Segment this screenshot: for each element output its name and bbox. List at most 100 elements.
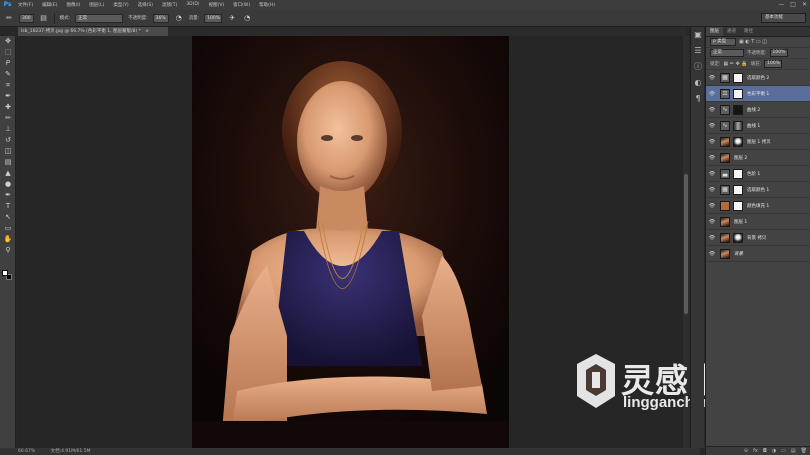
- history-icon[interactable]: ▣: [692, 29, 704, 41]
- layer-row[interactable]: 👁 ∿ 曲线 1: [706, 118, 810, 134]
- layer-mask-thumbnail[interactable]: [733, 168, 743, 179]
- menu-item[interactable]: 类型(Y): [113, 2, 128, 8]
- pen-icon[interactable]: ✒: [1, 190, 15, 201]
- adjustment-layer-icon[interactable]: ▃: [720, 168, 730, 179]
- new-group-icon[interactable]: ▭: [781, 447, 786, 455]
- visibility-eye-icon[interactable]: 👁: [706, 123, 718, 129]
- hand-icon[interactable]: ✋: [1, 234, 15, 245]
- layer-row[interactable]: 👁 ∿ 曲线 2: [706, 102, 810, 118]
- menu-item[interactable]: 图层(L): [89, 2, 104, 8]
- menu-item[interactable]: 文件(F): [18, 2, 33, 8]
- quick-select-icon[interactable]: ✎: [1, 69, 15, 80]
- scrollbar-thumb[interactable]: [684, 174, 688, 314]
- flow-input[interactable]: 100%: [204, 13, 223, 23]
- blur-icon[interactable]: ▲: [1, 168, 15, 179]
- visibility-eye-icon[interactable]: 👁: [706, 107, 718, 113]
- adjustment-layer-icon[interactable]: ⚖: [720, 88, 730, 99]
- layer-row[interactable]: 👁 背景 拷贝: [706, 230, 810, 246]
- fx-icon[interactable]: fx: [753, 447, 758, 455]
- healing-icon[interactable]: ✚: [1, 102, 15, 113]
- workspace-switcher[interactable]: 基本功能: [761, 13, 806, 23]
- menu-item[interactable]: 滤镜(T): [162, 2, 177, 8]
- layer-thumbnail[interactable]: [720, 136, 730, 147]
- adjustment-layer-icon[interactable]: ▦: [720, 72, 730, 83]
- minimize-icon[interactable]: —: [778, 1, 784, 8]
- pressure-opacity-icon[interactable]: ◔: [174, 13, 184, 23]
- menu-item[interactable]: 窗口(W): [233, 2, 250, 8]
- fill-layer-thumbnail[interactable]: [720, 200, 730, 211]
- layer-row[interactable]: 👁 颜色填充 1: [706, 198, 810, 214]
- document-image[interactable]: [192, 36, 509, 448]
- filter-icons[interactable]: ▣ ◐ T ▭ ◫: [739, 39, 767, 45]
- tab-close-icon[interactable]: ×: [145, 29, 149, 34]
- brush-icon[interactable]: ✏: [1, 113, 15, 124]
- zoom-icon[interactable]: ⚲: [1, 245, 15, 256]
- lock-icons[interactable]: ▦ ✏ ✥ 🔒: [724, 61, 748, 67]
- rectangle-icon[interactable]: ▭: [1, 223, 15, 234]
- panel-tab[interactable]: 路径: [740, 27, 757, 36]
- visibility-eye-icon[interactable]: 👁: [706, 203, 718, 209]
- menu-item[interactable]: 帮助(H): [259, 2, 275, 8]
- gradient-icon[interactable]: ▤: [1, 157, 15, 168]
- link-layers-icon[interactable]: ⊝: [744, 447, 748, 455]
- maximize-icon[interactable]: □: [790, 1, 796, 8]
- layer-row[interactable]: 👁 ▦ 选取颜色 1: [706, 182, 810, 198]
- layer-row[interactable]: 👁 图层 1 拷贝: [706, 134, 810, 150]
- layer-thumbnail[interactable]: [720, 232, 730, 243]
- panel-tab[interactable]: 图层: [706, 27, 723, 36]
- visibility-eye-icon[interactable]: 👁: [706, 187, 718, 193]
- layer-mask-thumbnail[interactable]: [733, 104, 743, 115]
- menu-item[interactable]: 视图(V): [209, 2, 225, 8]
- visibility-eye-icon[interactable]: 👁: [706, 91, 718, 97]
- eyedropper-icon[interactable]: ✒: [1, 91, 15, 102]
- layer-thumbnail[interactable]: [720, 248, 730, 259]
- adjustment-layer-icon[interactable]: ∿: [720, 120, 730, 131]
- new-adjustment-icon[interactable]: ◑: [772, 447, 776, 455]
- lasso-icon[interactable]: ᑭ: [1, 58, 15, 69]
- marquee-icon[interactable]: ⬚: [1, 47, 15, 58]
- path-select-icon[interactable]: ↖: [1, 212, 15, 223]
- visibility-eye-icon[interactable]: 👁: [706, 235, 718, 241]
- adjustments-icon[interactable]: ◐: [692, 77, 704, 89]
- brush-panel-toggle-icon[interactable]: ▤: [39, 13, 49, 23]
- properties-icon[interactable]: ☰: [692, 45, 704, 57]
- history-brush-icon[interactable]: ↺: [1, 135, 15, 146]
- layer-row[interactable]: 👁 图层 2: [706, 150, 810, 166]
- blend-mode-select[interactable]: 正常: [710, 49, 744, 57]
- close-icon[interactable]: ✕: [802, 1, 807, 8]
- menu-item[interactable]: 3D(D): [186, 2, 199, 8]
- dodge-icon[interactable]: ●: [1, 179, 15, 190]
- layer-row[interactable]: 👁 ▦ 选取颜色 2: [706, 70, 810, 86]
- layer-row[interactable]: 👁 ⚖ 色彩平衡 1: [706, 86, 810, 102]
- info-icon[interactable]: ⓘ: [692, 61, 704, 73]
- layer-thumbnail[interactable]: [720, 152, 730, 163]
- layer-row[interactable]: 👁 背景: [706, 246, 810, 262]
- layer-row[interactable]: 👁 ▃ 色阶 1: [706, 166, 810, 182]
- panel-tab[interactable]: 通道: [723, 27, 740, 36]
- add-mask-icon[interactable]: ◘: [763, 447, 767, 455]
- opacity-input[interactable]: 36%: [152, 13, 169, 23]
- adjustment-layer-icon[interactable]: ∿: [720, 104, 730, 115]
- layer-mask-thumbnail[interactable]: [733, 184, 743, 195]
- foreground-color-swatch[interactable]: [2, 270, 8, 276]
- visibility-eye-icon[interactable]: 👁: [706, 251, 718, 257]
- paragraph-icon[interactable]: ¶: [692, 93, 704, 105]
- airbrush-icon[interactable]: ✈: [227, 13, 237, 23]
- adjustment-layer-icon[interactable]: ▦: [720, 184, 730, 195]
- visibility-eye-icon[interactable]: 👁: [706, 139, 718, 145]
- brush-size-picker[interactable]: 300: [19, 13, 34, 23]
- layer-opacity-input[interactable]: 100%: [769, 49, 788, 57]
- layer-thumbnail[interactable]: [720, 216, 730, 227]
- crop-icon[interactable]: ⌗: [1, 80, 15, 91]
- layer-mask-thumbnail[interactable]: [733, 72, 743, 83]
- stamp-icon[interactable]: ⊥: [1, 124, 15, 135]
- layer-mask-thumbnail[interactable]: [733, 232, 743, 243]
- move-icon[interactable]: ✥: [1, 36, 15, 47]
- layer-row[interactable]: 👁 图层 1: [706, 214, 810, 230]
- visibility-eye-icon[interactable]: 👁: [706, 171, 718, 177]
- layer-mask-thumbnail[interactable]: [733, 88, 743, 99]
- pressure-size-icon[interactable]: ◔: [242, 13, 252, 23]
- type-icon[interactable]: T: [1, 201, 15, 212]
- fill-input[interactable]: 100%: [764, 60, 783, 68]
- document-tab[interactable]: lsb_10237-拷贝.jpg @ 66.7% (色彩平衡 1, 图层蒙版/8…: [18, 27, 168, 36]
